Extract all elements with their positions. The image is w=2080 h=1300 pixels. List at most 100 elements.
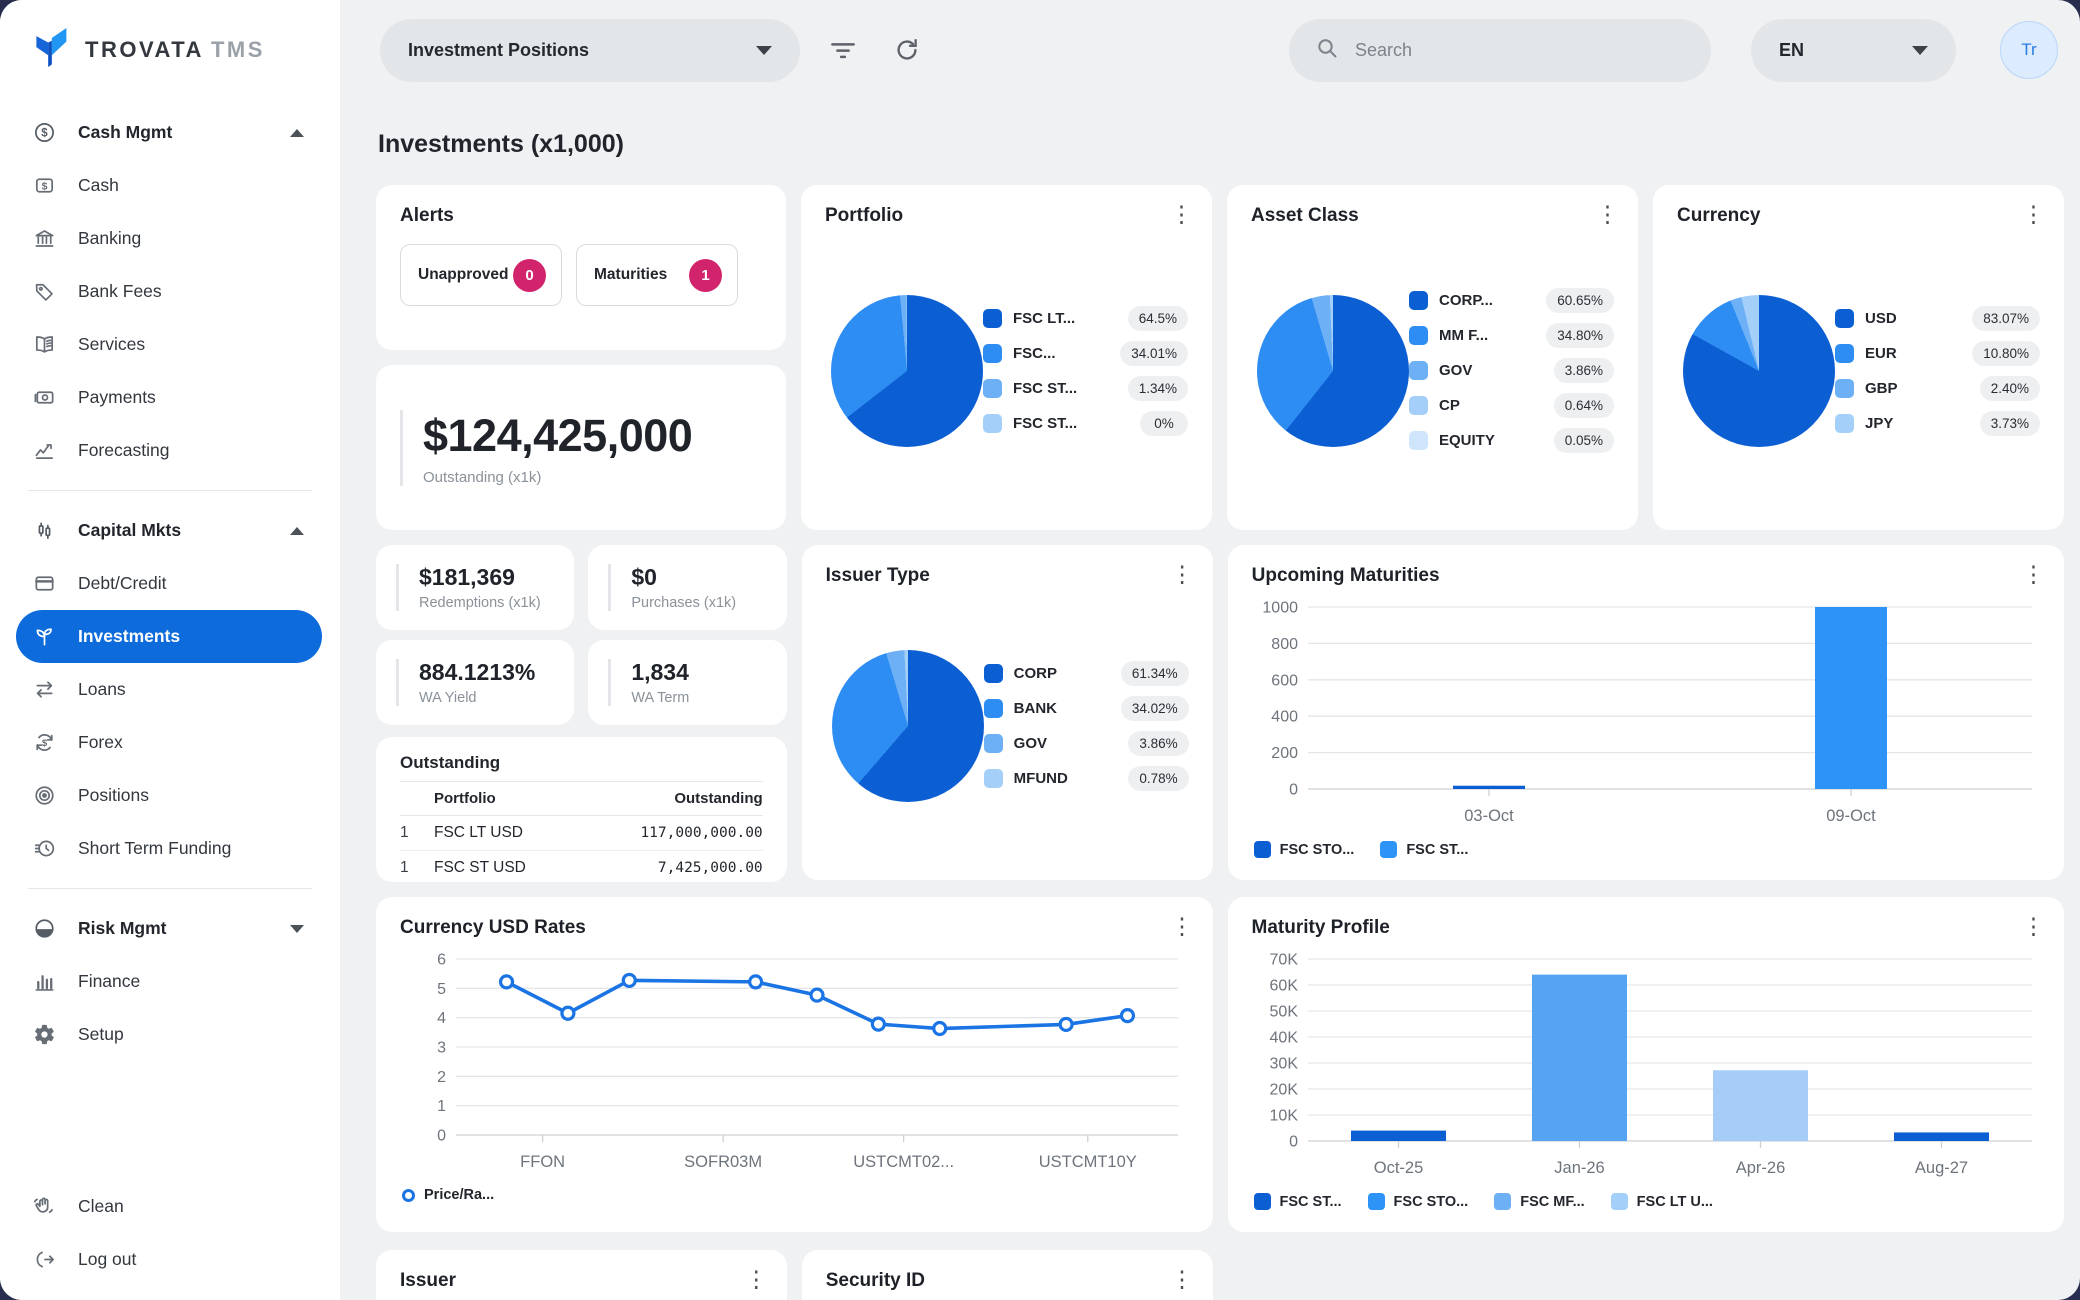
legend-item-gov[interactable]: GOV3.86%: [984, 731, 1189, 756]
sidebar-item-positions[interactable]: Positions: [16, 769, 322, 822]
card-menu-icon[interactable]: ⋮: [1596, 205, 1614, 223]
sidebar-item-payments[interactable]: Payments: [16, 371, 322, 424]
sidebar-item-services[interactable]: Services: [16, 318, 322, 371]
issuer-card: Issuer ⋮: [376, 1250, 787, 1300]
legend-item-equity[interactable]: EQUITY0.05%: [1409, 428, 1614, 453]
pie-chart-asset-class[interactable]: [1257, 295, 1409, 447]
legend-item-fsc-st[interactable]: FSC ST...1.34%: [983, 376, 1188, 401]
app-window: TROVATATMS $Cash Mgmt$CashBankingBank Fe…: [0, 0, 2080, 1300]
alert-button-unapproved[interactable]: Unapproved0: [400, 244, 562, 306]
sidebar-item-short-term-funding[interactable]: Short Term Funding: [16, 822, 322, 875]
legend-item-eur[interactable]: EUR10.80%: [1835, 341, 2040, 366]
card-menu-icon[interactable]: ⋮: [2022, 565, 2040, 583]
legend-label: FSC...: [1013, 345, 1056, 362]
sidebar-item-clean[interactable]: Clean: [16, 1180, 322, 1233]
issuer-type-card: Issuer Type ⋮ CORP61.34%BANK34.02%GOV3.8…: [802, 545, 1213, 880]
alert-button-maturities[interactable]: Maturities1: [576, 244, 738, 306]
legend-item-mm-f[interactable]: MM F...34.80%: [1409, 323, 1614, 348]
sidebar-footer: CleanLog out: [0, 1180, 340, 1300]
security-id-card: Security ID ⋮: [802, 1250, 1213, 1300]
legend-item-gov[interactable]: GOV3.86%: [1409, 358, 1614, 383]
sidebar-item-forex[interactable]: $Forex: [16, 716, 322, 769]
sidebar-item-cash[interactable]: $Cash: [16, 159, 322, 212]
search-input[interactable]: Search: [1289, 19, 1711, 82]
legend-item-gbp[interactable]: GBP2.40%: [1835, 376, 2040, 401]
table-row: 1FSC ST USD7,425,000.00: [400, 851, 763, 886]
sidebar-item-setup[interactable]: Setup: [16, 1008, 322, 1061]
sidebar-item-forecasting[interactable]: Forecasting: [16, 424, 322, 477]
legend-item-cp[interactable]: CP0.64%: [1409, 393, 1614, 418]
legend-item-fsc-sto[interactable]: FSC STO...: [1254, 841, 1355, 858]
legend-item-jpy[interactable]: JPY3.73%: [1835, 411, 2040, 436]
refresh-icon[interactable]: [886, 29, 928, 71]
legend-item-corp[interactable]: CORP...60.65%: [1409, 288, 1614, 313]
legend-label: CP: [1439, 397, 1460, 414]
svg-text:200: 200: [1271, 745, 1298, 762]
legend-item-mfund[interactable]: MFUND0.78%: [984, 766, 1189, 791]
legend-label: FSC MF...: [1520, 1194, 1584, 1210]
sidebar-item-label: Cash: [78, 175, 119, 196]
legend-item-bank[interactable]: BANK34.02%: [984, 696, 1189, 721]
chevron-down-icon: [290, 925, 304, 933]
card-menu-icon[interactable]: ⋮: [2022, 917, 2040, 935]
search-placeholder: Search: [1355, 40, 1412, 61]
pie-chart-currency[interactable]: [1683, 295, 1835, 447]
pie-chart-issuer-type[interactable]: [832, 650, 984, 802]
card-menu-icon[interactable]: ⋮: [1171, 917, 1189, 935]
sidebar-item-banking[interactable]: Banking: [16, 212, 322, 265]
sidebar-item-loans[interactable]: Loans: [16, 663, 322, 716]
maturity-profile-card-title: Maturity Profile: [1252, 917, 1390, 939]
language-value: EN: [1779, 40, 1804, 61]
portfolio-card-title: Portfolio: [825, 205, 903, 227]
sidebar-item-label: Payments: [78, 387, 156, 408]
view-selector-dropdown[interactable]: Investment Positions: [380, 19, 800, 82]
card-menu-icon[interactable]: ⋮: [2022, 205, 2040, 223]
legend-item-usd[interactable]: USD83.07%: [1835, 306, 2040, 331]
legend-item-corp[interactable]: CORP61.34%: [984, 661, 1189, 686]
legend-item-fsc-lt-u[interactable]: FSC LT U...: [1611, 1193, 1713, 1210]
svg-text:2: 2: [437, 1069, 446, 1086]
sidebar-item-finance[interactable]: Finance: [16, 955, 322, 1008]
sidebar-item-label: Investments: [78, 626, 180, 647]
outstanding-table-card: Outstanding PortfolioOutstanding 1FSC LT…: [376, 737, 787, 882]
svg-text:600: 600: [1271, 672, 1298, 689]
legend-item-fsc-mf[interactable]: FSC MF...: [1494, 1193, 1584, 1210]
view-selector-value: Investment Positions: [408, 40, 589, 61]
legend-value-badge: 3.73%: [1980, 411, 2040, 436]
card-menu-icon[interactable]: ⋮: [1171, 565, 1189, 583]
legend-item-price-ra[interactable]: Price/Ra...: [402, 1187, 494, 1203]
sidebar-section-capital-mkts[interactable]: Capital Mkts: [16, 504, 322, 557]
sidebar-item-debt-credit[interactable]: Debt/Credit: [16, 557, 322, 610]
sidebar-item-label: Services: [78, 334, 145, 355]
sidebar-item-investments[interactable]: Investments: [16, 610, 322, 663]
metric-card-wa-term: 1,834WA Term: [588, 640, 786, 725]
svg-text:0: 0: [1289, 1134, 1298, 1151]
language-dropdown[interactable]: EN: [1751, 19, 1956, 82]
pie-chart-portfolio[interactable]: [831, 295, 983, 447]
legend-item-fsc-lt[interactable]: FSC LT...64.5%: [983, 306, 1188, 331]
svg-text:Jan-26: Jan-26: [1554, 1159, 1604, 1177]
metric-card-redemptions-x1k: $181,369Redemptions (x1k): [376, 545, 574, 630]
user-avatar[interactable]: Tr: [2000, 21, 2058, 79]
sidebar-section-risk-mgmt[interactable]: Risk Mgmt: [16, 902, 322, 955]
currency-card-title: Currency: [1677, 205, 1760, 227]
sidebar-item-label: Loans: [78, 679, 126, 700]
gear-icon: [31, 1023, 57, 1046]
legend-value-badge: 3.86%: [1128, 731, 1188, 756]
legend-swatch: [983, 344, 1002, 363]
sidebar-section-cash-mgmt[interactable]: $Cash Mgmt: [16, 106, 322, 159]
legend-item-fsc-st[interactable]: FSC ST...0%: [983, 411, 1188, 436]
svg-text:SOFR03M: SOFR03M: [684, 1153, 762, 1171]
card-menu-icon[interactable]: ⋮: [1170, 205, 1188, 223]
table-column-header: Portfolio: [434, 782, 575, 816]
sidebar-item-bank-fees[interactable]: Bank Fees: [16, 265, 322, 318]
sidebar-item-label: Short Term Funding: [78, 838, 231, 859]
legend-item-fsc-st[interactable]: FSC ST...: [1380, 841, 1468, 858]
legend-item-fsc[interactable]: FSC...34.01%: [983, 341, 1188, 366]
legend-item-fsc-sto[interactable]: FSC STO...: [1368, 1193, 1469, 1210]
sidebar-item-log-out[interactable]: Log out: [16, 1233, 322, 1286]
filter-icon[interactable]: [822, 29, 864, 71]
legend-item-fsc-st[interactable]: FSC ST...: [1254, 1193, 1342, 1210]
card-menu-icon[interactable]: ⋮: [1171, 1270, 1189, 1288]
card-menu-icon[interactable]: ⋮: [745, 1270, 763, 1288]
